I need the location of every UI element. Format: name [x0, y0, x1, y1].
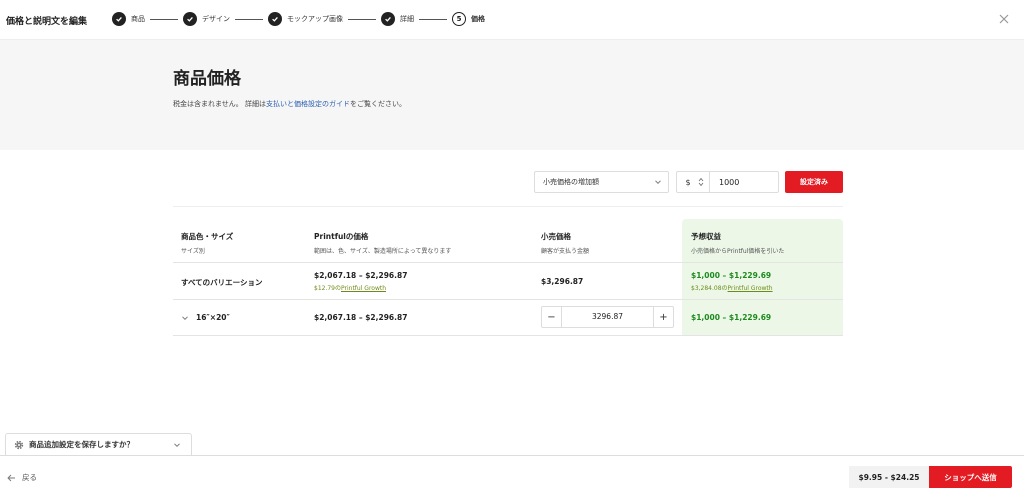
step-product[interactable]: 商品 — [112, 12, 145, 26]
size-profit: $1,000 – $1,229.69 — [691, 313, 772, 322]
retail-price-input[interactable]: 3296.87 — [562, 312, 653, 321]
page-description: 税金は含まれません。 詳細は支払いと価格設定のガイドをご覧ください。 — [173, 99, 406, 109]
back-label: 戻る — [22, 473, 37, 482]
amount-value[interactable]: 1000 — [719, 178, 739, 187]
all-printful-growth-note: $12.79のPrintful Growth — [314, 283, 386, 292]
arrow-left-icon — [7, 474, 15, 481]
amount-spinner[interactable] — [696, 173, 706, 191]
col-header-printful-price: Printfulの価格 — [314, 232, 369, 241]
input-divider — [709, 172, 710, 192]
desc-text: 税金は含まれません。 詳細は — [173, 100, 267, 108]
app-title: 価格と説明文を編集 — [6, 17, 88, 27]
back-button[interactable]: 戻る — [7, 472, 37, 483]
note-text: $3,284.08の — [691, 285, 728, 292]
chevron-down-icon — [655, 180, 661, 185]
row-divider — [173, 299, 843, 300]
col-subheader-profit: 小売価格からPrintful価格を引いた — [691, 248, 785, 255]
step-label: 価格 — [471, 15, 485, 23]
currency-symbol: $ — [685, 177, 691, 187]
apply-button[interactable]: 設定済み — [785, 171, 843, 193]
all-retail-price: $3,296.87 — [541, 277, 584, 286]
save-settings-label: 商品追加設定を保存しますか？ — [29, 440, 134, 449]
step-label: モックアップ画像 — [287, 15, 343, 23]
step-mockups[interactable]: モックアップ画像 — [268, 12, 343, 26]
check-icon — [268, 12, 282, 26]
price-range-summary: $9.95 - $24.25 — [849, 466, 929, 488]
all-profit: $1,000 – $1,229.69 — [691, 271, 772, 280]
step-label: 詳細 — [400, 15, 414, 23]
divider — [173, 206, 843, 207]
all-profit-growth-note: $3,284.08のPrintful Growth — [691, 283, 773, 292]
markup-type-select[interactable]: 小売価格の増加額 — [534, 171, 669, 193]
printful-growth-link[interactable]: Printful Growth — [341, 285, 386, 292]
footer-bar: 戻る $9.95 - $24.25 ショップへ送信 — [0, 455, 1024, 495]
progress-stepper: 商品 デザイン モックアップ画像 詳細 5 価格 — [112, 12, 485, 26]
step-label: デザイン — [202, 15, 230, 23]
step-design[interactable]: デザイン — [183, 12, 230, 26]
increment-button[interactable]: + — [653, 307, 673, 327]
size-variant-label[interactable]: 16″×20″ — [196, 313, 230, 322]
desc-text: をご覧ください。 — [350, 100, 407, 108]
retail-price-stepper[interactable]: − 3296.87 + — [541, 306, 674, 328]
gear-icon — [14, 440, 24, 449]
row-divider — [173, 335, 843, 336]
row-divider — [173, 262, 843, 263]
step-pricing[interactable]: 5 価格 — [452, 12, 485, 26]
check-icon — [112, 12, 126, 26]
step-number: 5 — [452, 12, 466, 26]
save-settings-toggle[interactable]: 商品追加設定を保存しますか？ — [5, 433, 192, 455]
step-connector — [235, 18, 263, 20]
page-header: 商品価格 税金は含まれません。 詳細は支払いと価格設定のガイドをご覧ください。 — [0, 40, 1024, 150]
submit-to-store-button[interactable]: ショップへ送信 — [929, 466, 1012, 488]
printful-growth-link[interactable]: Printful Growth — [728, 285, 773, 292]
decrement-button[interactable]: − — [542, 307, 562, 327]
col-subheader-retail-price: 顧客が支払う金額 — [541, 248, 590, 255]
all-printful-price: $2,067.18 – $2,296.87 — [314, 271, 408, 280]
all-variations-label: すべてのバリエーション — [181, 278, 263, 287]
note-text: $12.79の — [314, 285, 341, 292]
close-button[interactable] — [998, 13, 1010, 25]
close-icon — [999, 14, 1009, 24]
check-icon — [183, 12, 197, 26]
chevron-down-icon[interactable] — [698, 182, 704, 187]
select-value: 小売価格の増加額 — [543, 178, 599, 186]
col-header-variant: 商品色・サイズ — [181, 232, 234, 241]
top-bar: 価格と説明文を編集 商品 デザイン モックアップ画像 詳細 5 価格 — [0, 0, 1024, 40]
chevron-down-icon — [174, 443, 180, 448]
check-icon — [381, 12, 395, 26]
step-details[interactable]: 詳細 — [381, 12, 414, 26]
step-label: 商品 — [131, 15, 145, 23]
chevron-down-icon[interactable] — [181, 314, 189, 322]
col-header-retail-price: 小売価格 — [541, 232, 571, 241]
col-subheader-variant: サイズ別 — [181, 248, 205, 255]
pricing-guide-link[interactable]: 支払いと価格設定のガイド — [266, 100, 350, 108]
col-subheader-printful-price: 範囲は、色、サイズ、製造場所によって異なります — [314, 248, 452, 255]
step-connector — [150, 18, 178, 20]
size-printful-price: $2,067.18 – $2,296.87 — [314, 313, 408, 322]
markup-amount-input[interactable]: $ 1000 — [676, 171, 779, 193]
col-header-profit: 予想収益 — [691, 232, 721, 241]
page-title: 商品価格 — [173, 69, 241, 89]
step-connector — [348, 18, 376, 20]
step-connector — [419, 18, 447, 20]
